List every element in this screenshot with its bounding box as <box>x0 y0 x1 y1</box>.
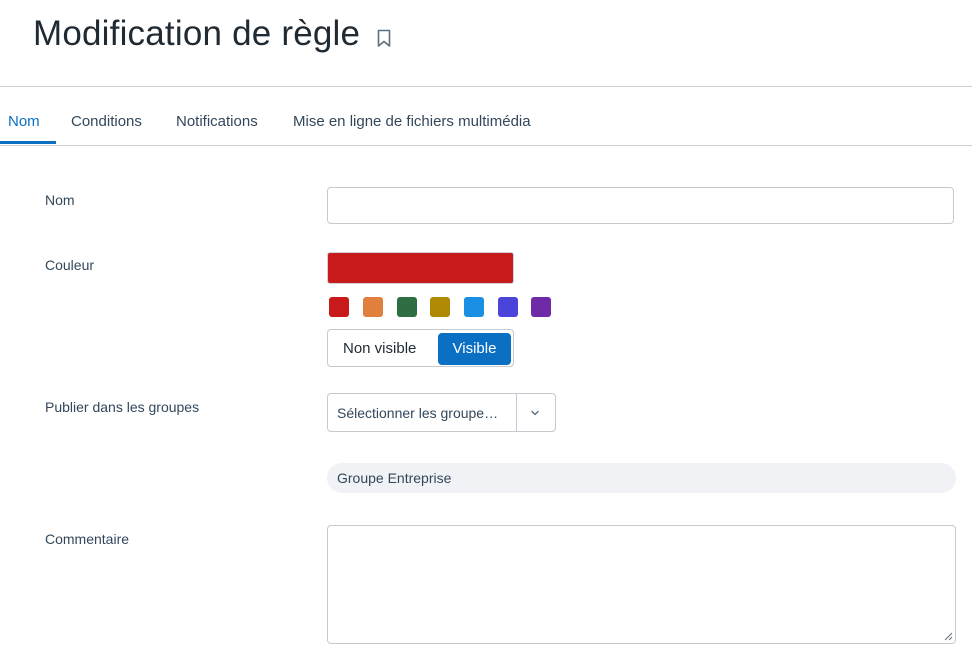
tab-notifications[interactable]: Notifications <box>176 113 258 130</box>
comment-label: Commentaire <box>45 531 130 547</box>
color-preview[interactable] <box>327 252 514 284</box>
group-chip-label: Groupe Entreprise <box>337 470 452 486</box>
color-swatch-orange[interactable] <box>363 297 383 317</box>
color-swatch-red[interactable] <box>329 297 349 317</box>
groups-label: Publier dans les groupes <box>45 399 200 415</box>
tab-bar: Nom Conditions Notifications Mise en lig… <box>0 87 972 146</box>
tab-nom[interactable]: Nom <box>8 113 40 130</box>
color-swatch-purple[interactable] <box>531 297 551 317</box>
visible-option[interactable]: Visible <box>438 333 511 365</box>
groups-select-placeholder: Sélectionner les groupe… <box>337 405 499 421</box>
color-swatch-green[interactable] <box>397 297 417 317</box>
resize-handle-icon[interactable] <box>943 631 953 641</box>
name-input[interactable] <box>327 187 954 224</box>
name-label: Nom <box>45 192 75 208</box>
page-title: Modification de règle <box>33 14 361 53</box>
group-chip: Groupe Entreprise <box>327 463 956 493</box>
color-label: Couleur <box>45 257 95 273</box>
color-swatch-mustard[interactable] <box>430 297 450 317</box>
groups-select[interactable]: Sélectionner les groupe… <box>327 393 556 432</box>
tab-media-upload[interactable]: Mise en ligne de fichiers multimédia <box>293 113 531 130</box>
bookmark-icon[interactable] <box>376 29 392 48</box>
comment-textarea[interactable] <box>327 525 956 644</box>
visibility-toggle: Non visible Visible <box>327 329 514 367</box>
tab-conditions[interactable]: Conditions <box>71 113 142 130</box>
chevron-down-icon[interactable] <box>529 407 541 419</box>
non-visible-option[interactable]: Non visible <box>343 340 416 357</box>
active-tab-indicator <box>0 141 56 144</box>
color-swatch-indigo[interactable] <box>498 297 518 317</box>
color-swatch-light-blue[interactable] <box>464 297 484 317</box>
select-divider <box>516 394 517 431</box>
